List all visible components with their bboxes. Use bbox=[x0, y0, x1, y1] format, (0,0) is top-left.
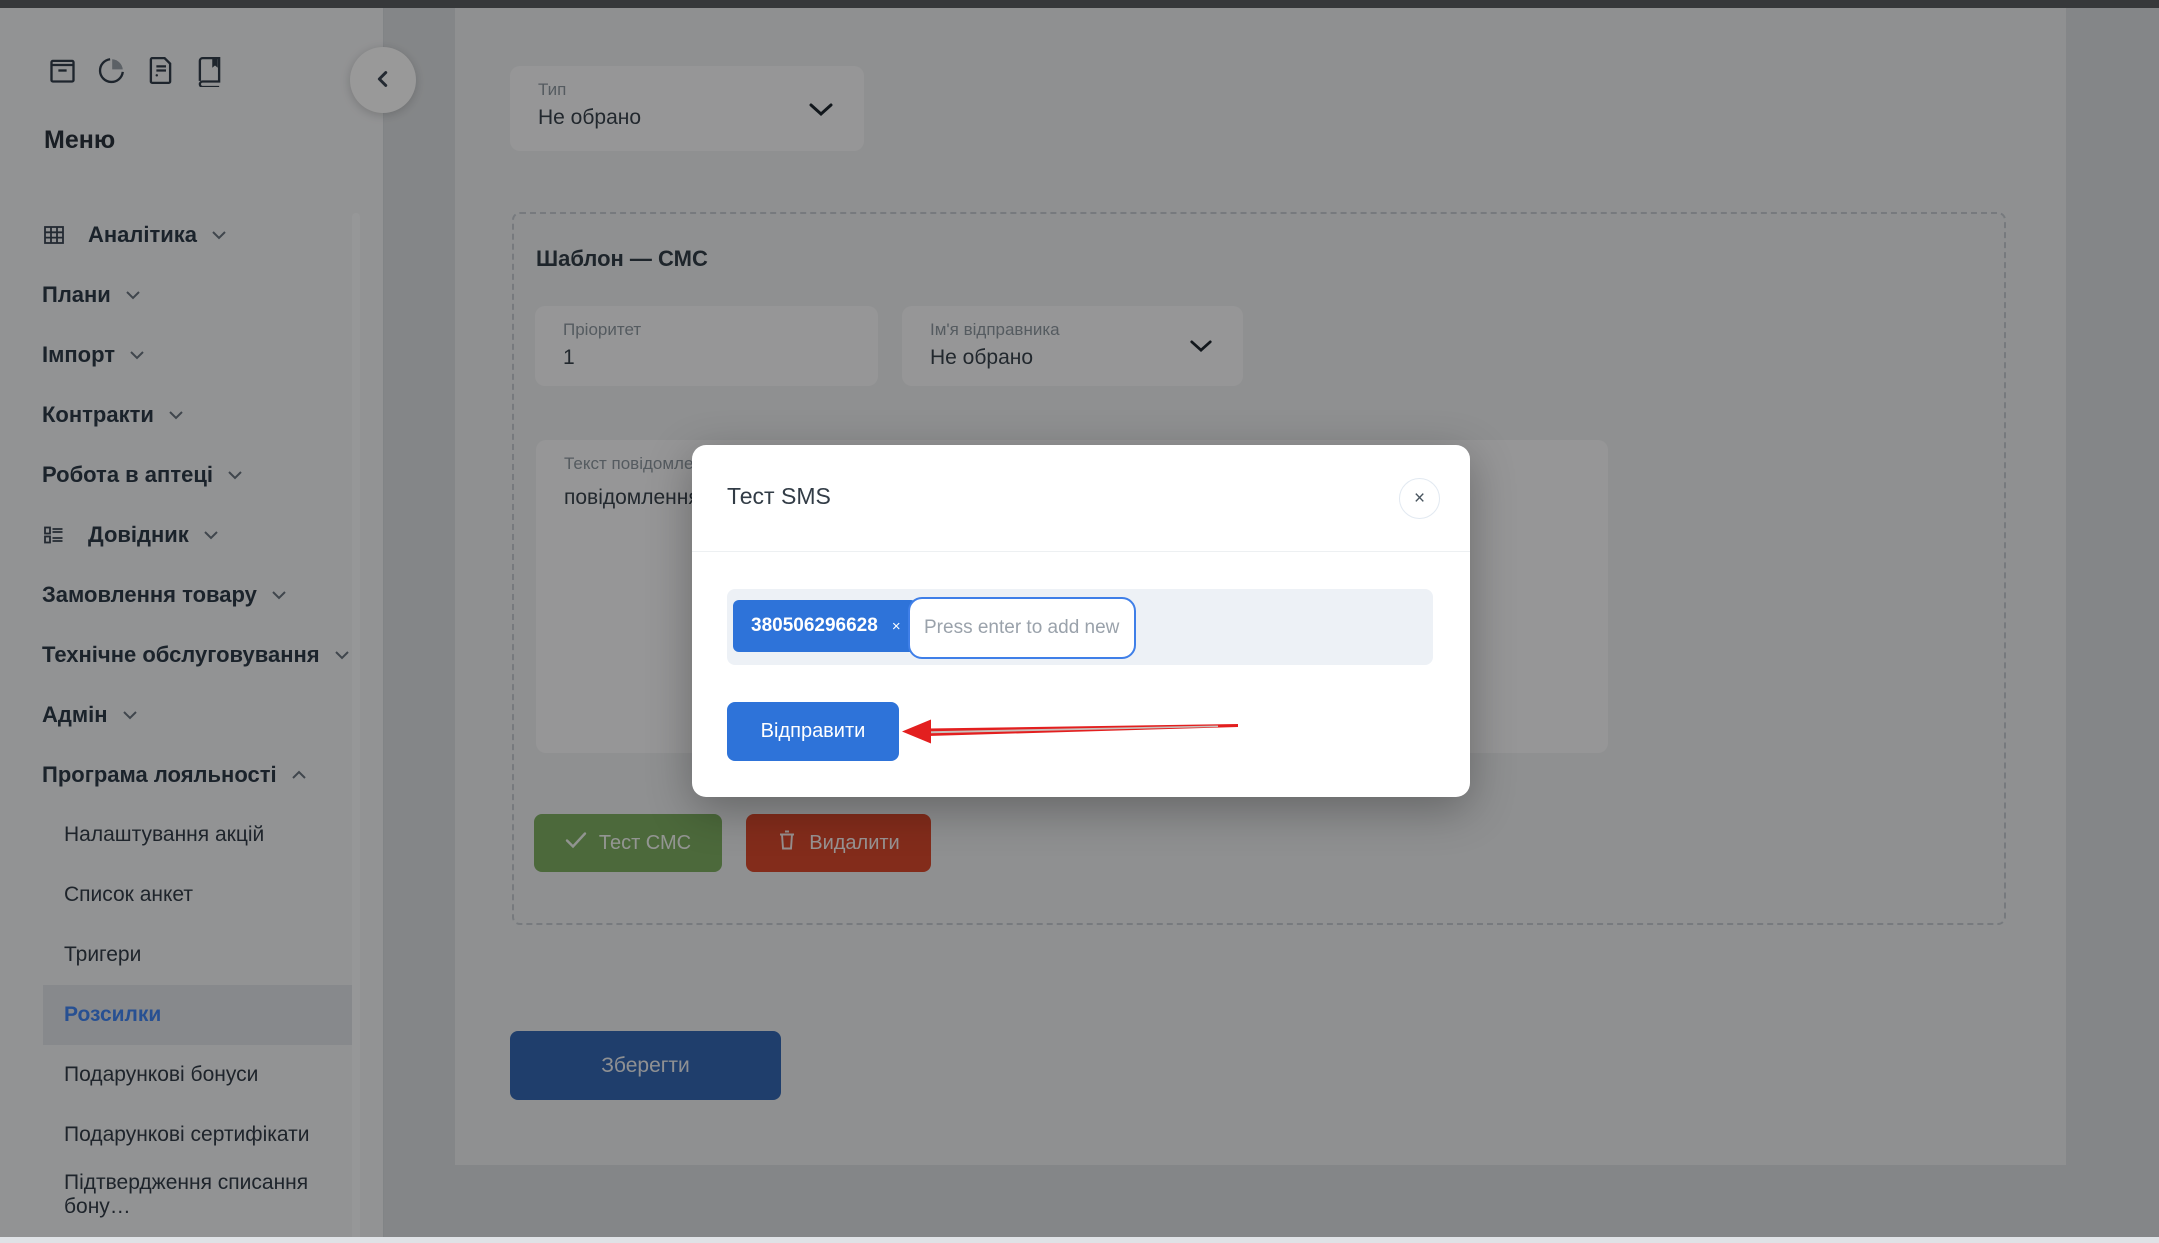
modal-header: Тест SMS × bbox=[692, 445, 1470, 552]
bottom-scrollbar-strip[interactable] bbox=[0, 1237, 2159, 1243]
close-icon: × bbox=[1414, 488, 1425, 510]
new-tag-input[interactable] bbox=[908, 597, 1136, 659]
phone-tags-container[interactable]: 380506296628 × bbox=[727, 589, 1433, 665]
modal-title: Тест SMS bbox=[727, 483, 831, 510]
phone-tag: 380506296628 × bbox=[733, 600, 917, 652]
annotation-arrow bbox=[898, 714, 1243, 755]
phone-tag-value: 380506296628 bbox=[751, 615, 878, 637]
send-button-label: Відправити bbox=[761, 720, 866, 743]
remove-tag-icon[interactable]: × bbox=[892, 618, 901, 635]
app-screen: Меню Аналітика Плани Імпорт Контракти bbox=[0, 0, 2159, 1243]
send-button[interactable]: Відправити bbox=[727, 702, 899, 761]
modal-close-button[interactable]: × bbox=[1399, 478, 1440, 519]
